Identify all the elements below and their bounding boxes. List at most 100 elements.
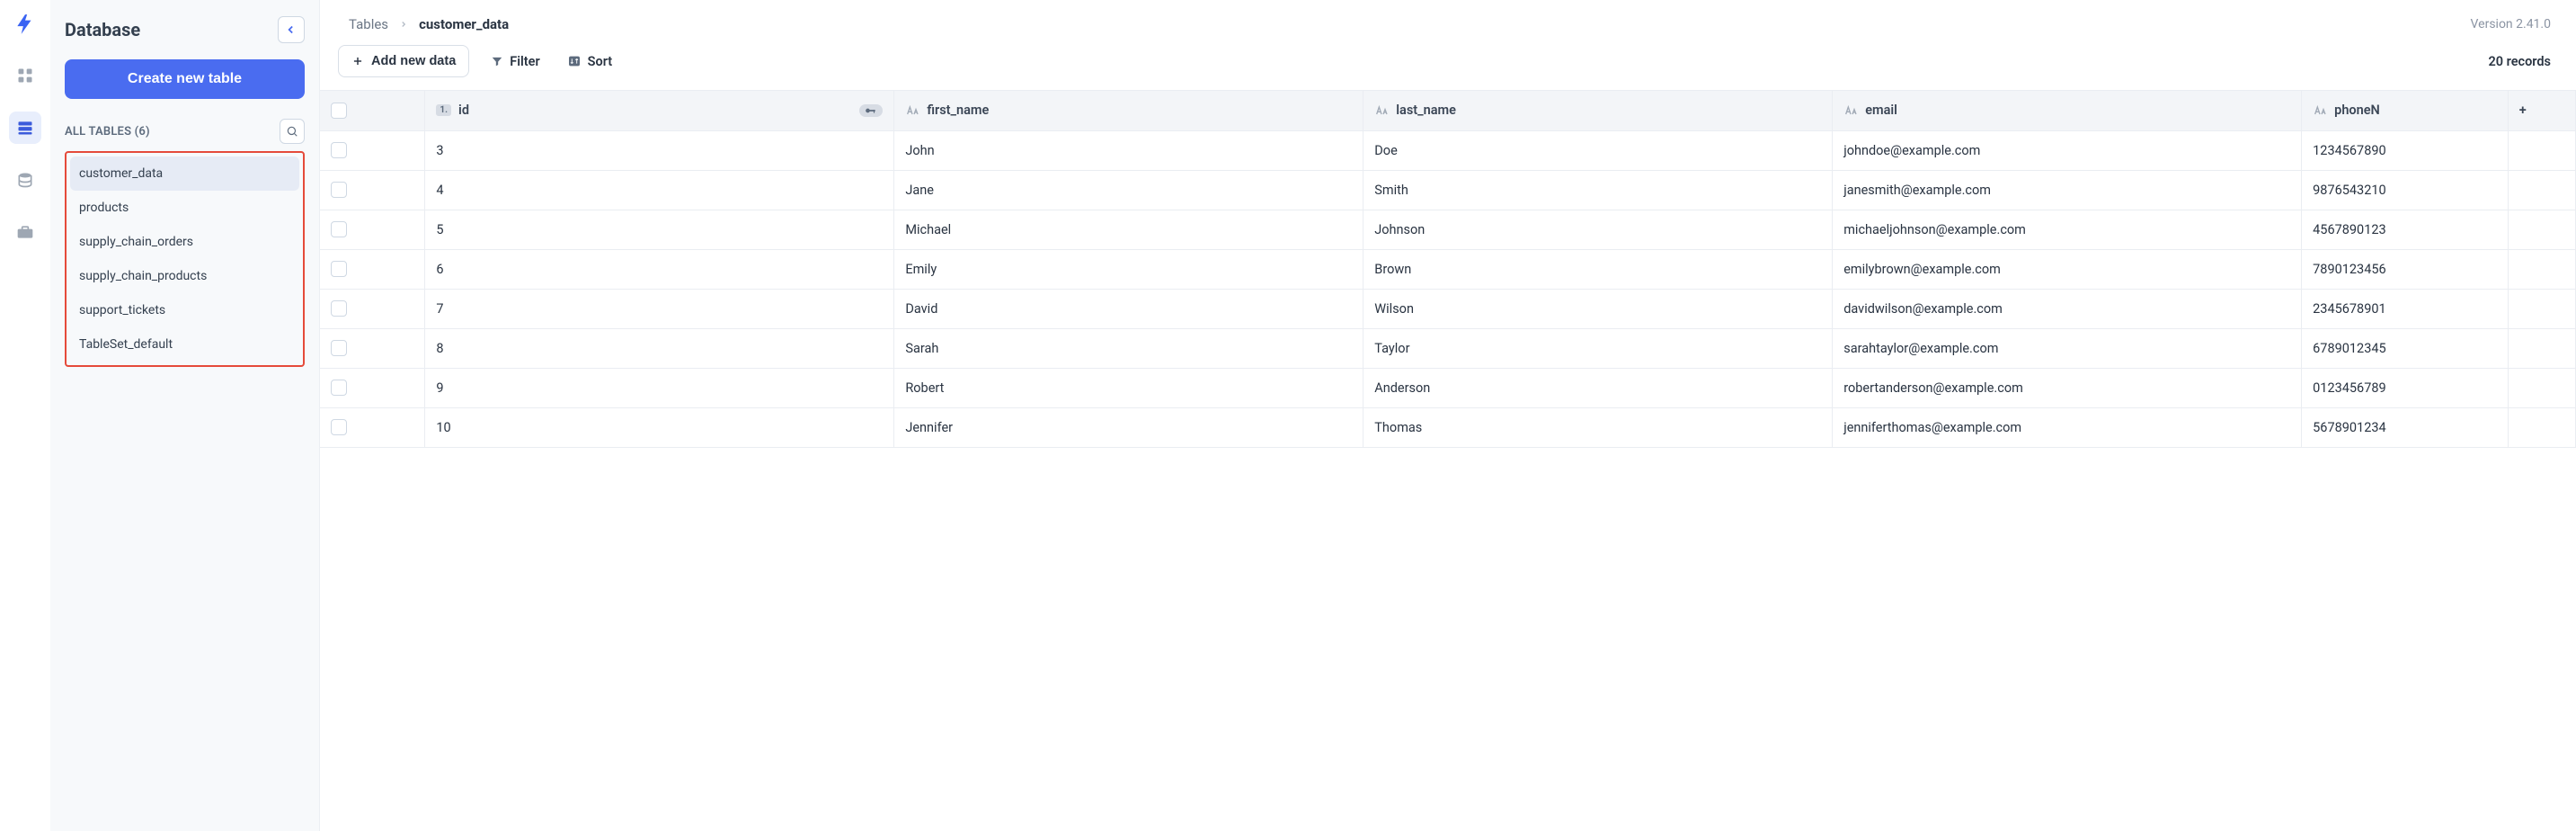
cell-phone[interactable]: 6789012345 [2302, 328, 2509, 368]
version-label: Version 2.41.0 [2471, 17, 2551, 31]
table-row[interactable]: 10JenniferThomasjenniferthomas@example.c… [320, 407, 2576, 447]
chevron-left-icon [285, 23, 298, 36]
cell-empty [2508, 210, 2575, 249]
cell-first-name[interactable]: Emily [894, 249, 1364, 289]
column-header-first-name[interactable]: first_name [894, 91, 1364, 130]
row-checkbox[interactable] [331, 142, 347, 158]
row-checkbox[interactable] [331, 261, 347, 277]
cell-first-name[interactable]: Sarah [894, 328, 1364, 368]
row-checkbox[interactable] [331, 380, 347, 396]
table-row[interactable]: 7DavidWilsondavidwilson@example.com23456… [320, 289, 2576, 328]
cell-id[interactable]: 9 [425, 368, 894, 407]
cell-empty [2508, 407, 2575, 447]
cell-last-name[interactable]: Taylor [1364, 328, 1833, 368]
cell-id[interactable]: 8 [425, 328, 894, 368]
cell-phone[interactable]: 1234567890 [2302, 130, 2509, 170]
cell-last-name[interactable]: Brown [1364, 249, 1833, 289]
create-table-button[interactable]: Create new table [65, 59, 305, 99]
collapse-sidebar-button[interactable] [278, 16, 305, 43]
sidebar-table-item[interactable]: supply_chain_products [70, 259, 299, 293]
sidebar-table-item[interactable]: customer_data [70, 156, 299, 191]
breadcrumb: Tables customer_data [349, 16, 509, 32]
cell-id[interactable]: 5 [425, 210, 894, 249]
cell-first-name[interactable]: Jane [894, 170, 1364, 210]
cell-first-name[interactable]: Robert [894, 368, 1364, 407]
cell-id[interactable]: 4 [425, 170, 894, 210]
row-checkbox[interactable] [331, 221, 347, 237]
column-header-id[interactable]: 1. id [425, 91, 894, 130]
filter-button[interactable]: Filter [485, 54, 545, 69]
row-checkbox[interactable] [331, 300, 347, 317]
cell-phone[interactable]: 0123456789 [2302, 368, 2509, 407]
table-row[interactable]: 8SarahTaylorsarahtaylor@example.com67890… [320, 328, 2576, 368]
cell-last-name[interactable]: Anderson [1364, 368, 1833, 407]
cell-email[interactable]: sarahtaylor@example.com [1833, 328, 2302, 368]
cell-first-name[interactable]: Michael [894, 210, 1364, 249]
add-column-button[interactable]: + [2508, 91, 2575, 130]
text-type-icon [905, 104, 919, 117]
main-content: Tables customer_data Version 2.41.0 Add … [320, 0, 2576, 831]
cell-email[interactable]: robertanderson@example.com [1833, 368, 2302, 407]
row-checkbox[interactable] [331, 419, 347, 435]
cell-email[interactable]: jenniferthomas@example.com [1833, 407, 2302, 447]
sidebar-table-item[interactable]: support_tickets [70, 293, 299, 327]
cell-id[interactable]: 3 [425, 130, 894, 170]
text-type-icon [1843, 104, 1858, 117]
search-tables-button[interactable] [280, 119, 305, 144]
cell-first-name[interactable]: John [894, 130, 1364, 170]
text-type-icon [1374, 104, 1389, 117]
cell-last-name[interactable]: Doe [1364, 130, 1833, 170]
app-logo [13, 13, 37, 40]
cell-phone[interactable]: 2345678901 [2302, 289, 2509, 328]
column-header-email[interactable]: email [1833, 91, 2302, 130]
row-checkbox[interactable] [331, 182, 347, 198]
nav-workflows-icon[interactable] [9, 216, 41, 248]
primary-key-icon [859, 104, 883, 117]
cell-phone[interactable]: 4567890123 [2302, 210, 2509, 249]
cell-id[interactable]: 10 [425, 407, 894, 447]
column-header-phone[interactable]: phoneN [2302, 91, 2509, 130]
sort-button[interactable]: Sort [562, 54, 618, 69]
select-all-checkbox[interactable] [331, 103, 347, 119]
table-row[interactable]: 6EmilyBrownemilybrown@example.com7890123… [320, 249, 2576, 289]
breadcrumb-current: customer_data [419, 16, 509, 32]
column-header-last-name[interactable]: last_name [1364, 91, 1833, 130]
table-row[interactable]: 9RobertAndersonrobertanderson@example.co… [320, 368, 2576, 407]
cell-empty [2508, 289, 2575, 328]
cell-id[interactable]: 7 [425, 289, 894, 328]
add-data-label: Add new data [371, 54, 456, 68]
cell-last-name[interactable]: Wilson [1364, 289, 1833, 328]
breadcrumb-root[interactable]: Tables [349, 16, 388, 32]
cell-email[interactable]: emilybrown@example.com [1833, 249, 2302, 289]
row-checkbox[interactable] [331, 340, 347, 356]
sidebar-table-item[interactable]: TableSet_default [70, 327, 299, 362]
nav-apps-icon[interactable] [9, 59, 41, 92]
column-label-first-name: first_name [927, 103, 989, 118]
cell-first-name[interactable]: David [894, 289, 1364, 328]
cell-last-name[interactable]: Thomas [1364, 407, 1833, 447]
nav-database-icon[interactable] [9, 112, 41, 144]
cell-email[interactable]: davidwilson@example.com [1833, 289, 2302, 328]
cell-phone[interactable]: 9876543210 [2302, 170, 2509, 210]
nav-datasource-icon[interactable] [9, 164, 41, 196]
table-row[interactable]: 5MichaelJohnsonmichaeljohnson@example.co… [320, 210, 2576, 249]
sidebar-title: Database [65, 19, 140, 40]
sidebar-table-item[interactable]: supply_chain_orders [70, 225, 299, 259]
cell-phone[interactable]: 7890123456 [2302, 249, 2509, 289]
sidebar-table-item[interactable]: products [70, 191, 299, 225]
cell-last-name[interactable]: Smith [1364, 170, 1833, 210]
add-data-button[interactable]: Add new data [338, 45, 469, 77]
cell-phone[interactable]: 5678901234 [2302, 407, 2509, 447]
cell-id[interactable]: 6 [425, 249, 894, 289]
table-row[interactable]: 4JaneSmithjanesmith@example.com987654321… [320, 170, 2576, 210]
cell-empty [2508, 368, 2575, 407]
cell-email[interactable]: janesmith@example.com [1833, 170, 2302, 210]
table-row[interactable]: 3JohnDoejohndoe@example.com1234567890 [320, 130, 2576, 170]
cell-email[interactable]: michaeljohnson@example.com [1833, 210, 2302, 249]
column-header-checkbox[interactable] [320, 91, 425, 130]
cell-email[interactable]: johndoe@example.com [1833, 130, 2302, 170]
filter-label: Filter [510, 54, 539, 69]
cell-first-name[interactable]: Jennifer [894, 407, 1364, 447]
cell-last-name[interactable]: Johnson [1364, 210, 1833, 249]
cell-empty [2508, 328, 2575, 368]
